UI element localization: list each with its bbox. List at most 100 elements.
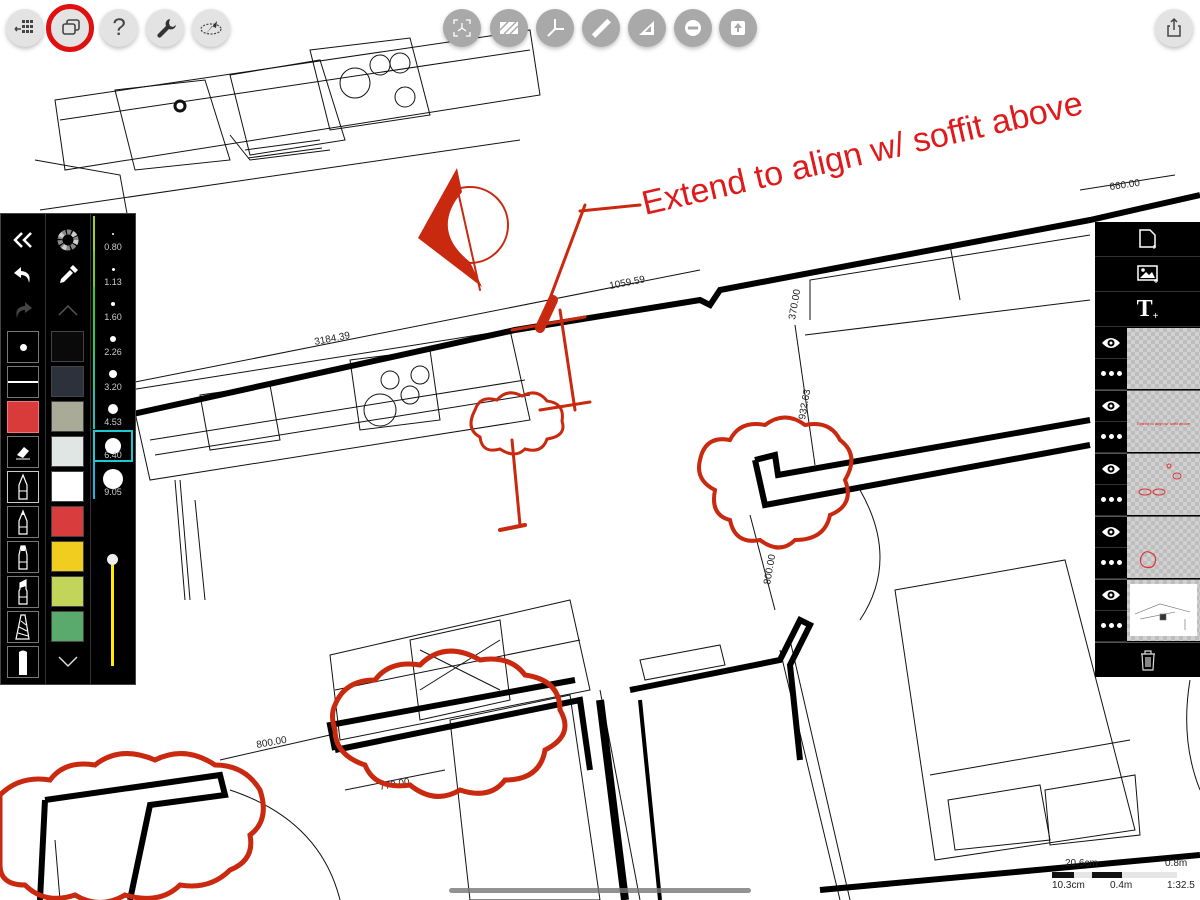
layer-row[interactable] [1095,327,1200,391]
windows-stack-icon [62,19,80,35]
layer-visibility-toggle[interactable] [1095,327,1127,359]
layer-visibility-toggle[interactable] [1095,390,1127,422]
color-swatch[interactable] [51,401,84,432]
layer-thumbnail[interactable] [1127,328,1200,389]
drawing-canvas[interactable]: 3184.39 1059.59 660.00 370.00 932.63 800… [0,0,1200,900]
lasso-arrow-icon [200,21,222,35]
layer-thumbnail[interactable]: Extend to align w/ soffit above [1127,391,1200,452]
redo-button[interactable] [7,294,39,326]
layer-thumbnail[interactable] [1127,517,1200,578]
dot-tool[interactable] [7,331,39,363]
brush-size-option[interactable]: 2.26 [93,321,133,359]
color-swatch[interactable] [51,611,84,642]
opacity-slider[interactable] [107,554,118,669]
brush-size-option[interactable]: 1.60 [93,286,133,324]
layer-thumbnail[interactable] [1127,580,1200,641]
hatch-icon [499,21,519,35]
stamp-button[interactable] [719,9,757,47]
eraser-tool[interactable] [7,436,39,468]
layer-row[interactable]: Extend to align w/ soffit above [1095,390,1200,454]
swatch-scroll-down[interactable] [52,646,84,678]
color-swatch[interactable] [51,506,84,537]
layer-visibility-toggle[interactable] [1095,579,1127,611]
perspective-button[interactable] [536,9,574,47]
add-text-button[interactable]: T + [1095,292,1200,327]
chevron-up-icon [58,304,78,316]
import-image-button[interactable] [1095,257,1200,292]
transform-button[interactable] [443,9,481,47]
more-dots-icon [1100,623,1122,628]
settings-button[interactable] [146,9,184,47]
new-layer-button[interactable] [1095,222,1200,257]
color-swatch[interactable] [51,366,84,397]
brush-size-option[interactable]: 4.53 [93,391,133,429]
collapse-button[interactable] [7,224,39,256]
brush-icon [15,614,30,640]
brush-size-option[interactable]: 3.20 [93,356,133,394]
layer-row[interactable] [1095,579,1200,643]
current-color-swatch[interactable] [7,401,39,433]
layers-grid-button[interactable] [6,9,44,47]
pen-tool[interactable] [7,506,39,538]
hatch-button[interactable] [490,9,528,47]
home-indicator[interactable] [449,888,751,893]
size-label: 1.60 [104,312,122,322]
highlighter-tool[interactable] [7,576,39,608]
eye-icon [1102,463,1120,474]
color-swatch[interactable] [51,331,84,362]
size-label: 2.26 [104,347,122,357]
set-square-button[interactable] [628,9,666,47]
undo-icon [14,267,30,283]
brush-size-option[interactable]: 0.80 [93,216,133,254]
fine-pen-tool[interactable] [7,471,39,503]
color-swatch[interactable] [51,576,84,607]
layer-row[interactable] [1095,516,1200,580]
color-swatch[interactable] [51,471,84,502]
layer-visibility-toggle[interactable] [1095,453,1127,485]
color-swatch[interactable] [51,436,84,467]
ruler-button[interactable] [582,9,620,47]
thumb-plan [1130,584,1197,636]
opacity-slider-handle[interactable] [107,554,118,565]
thumb-cloud [1139,551,1157,569]
help-icon: ? [112,14,126,41]
scale-top-left: 20.6cm [1065,858,1098,869]
layer-row[interactable] [1095,453,1200,517]
layer-options-button[interactable] [1095,484,1127,516]
chisel-tool[interactable] [7,646,39,678]
eyedropper-button[interactable] [52,259,84,291]
layer-visibility-toggle[interactable] [1095,516,1127,548]
layer-options-button[interactable] [1095,547,1127,579]
help-button[interactable]: ? [100,9,138,47]
share-button[interactable] [1155,9,1193,47]
dim-932: 932.63 [797,388,813,420]
text-add-icon: T [1136,295,1153,322]
brush-size-option[interactable]: 6.40 [93,430,133,462]
marker-tool[interactable] [7,541,39,573]
color-swatch[interactable] [51,541,84,572]
size-label: 9.05 [104,487,122,497]
layer-options-button[interactable] [1095,610,1127,642]
layer-options-button[interactable] [1095,421,1127,453]
swatch-scroll-up[interactable] [52,294,84,326]
brush-tool[interactable] [7,611,39,643]
stamp-tree-icon [731,21,745,35]
dim-370: 370.00 [787,288,803,320]
layer-thumbnail[interactable] [1127,454,1200,515]
set-square-icon [639,21,654,35]
lasso-move-button[interactable] [192,9,230,47]
ruler-icon [591,18,611,38]
windows-button[interactable] [52,9,90,47]
floor-plan [34,29,1200,900]
line-tool[interactable] [7,366,39,398]
annotation-text: Extend to align w/ soffit above [638,84,1086,223]
brush-size-option[interactable]: 1.13 [93,251,133,289]
color-wheel-button[interactable] [52,224,84,256]
delete-layer-button[interactable] [1095,642,1200,677]
dim-800-a: 800.00 [762,553,778,585]
layer-options-button[interactable] [1095,358,1127,390]
undo-button[interactable] [7,259,39,291]
size-dot-icon [111,302,115,306]
brush-size-option[interactable]: 9.05 [93,461,133,499]
shapes-button[interactable] [674,9,712,47]
